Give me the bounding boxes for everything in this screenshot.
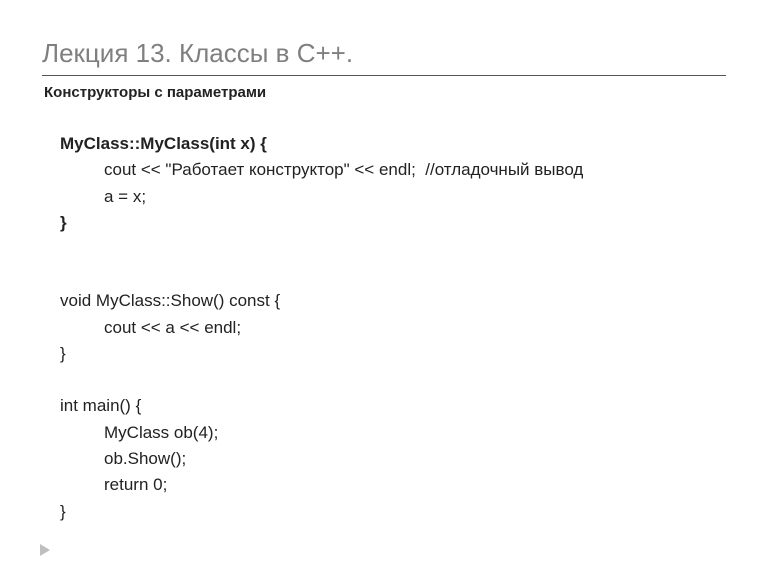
code-line: MyClass ob(4);	[60, 420, 726, 446]
code-line: MyClass::MyClass(int x) {	[60, 131, 726, 157]
code-line: ob.Show();	[60, 446, 726, 472]
blank-line	[60, 236, 726, 288]
code-line: int main() {	[60, 393, 726, 419]
slide-title: Лекция 13. Классы в С++.	[42, 38, 726, 76]
code-line: a = x;	[60, 184, 726, 210]
code-line: }	[60, 499, 726, 525]
code-line: }	[60, 210, 726, 236]
blank-line	[60, 367, 726, 393]
slide-subtitle: Конструкторы с параметрами	[42, 84, 726, 101]
code-block: MyClass::MyClass(int x) { cout << "Работ…	[42, 131, 726, 525]
code-line: cout << a << endl;	[60, 315, 726, 341]
code-line: cout << "Работает конструктор" << endl; …	[60, 157, 726, 183]
bullet-icon	[40, 544, 50, 556]
code-line: }	[60, 341, 726, 367]
code-line: void MyClass::Show() const {	[60, 288, 726, 314]
code-line: return 0;	[60, 472, 726, 498]
